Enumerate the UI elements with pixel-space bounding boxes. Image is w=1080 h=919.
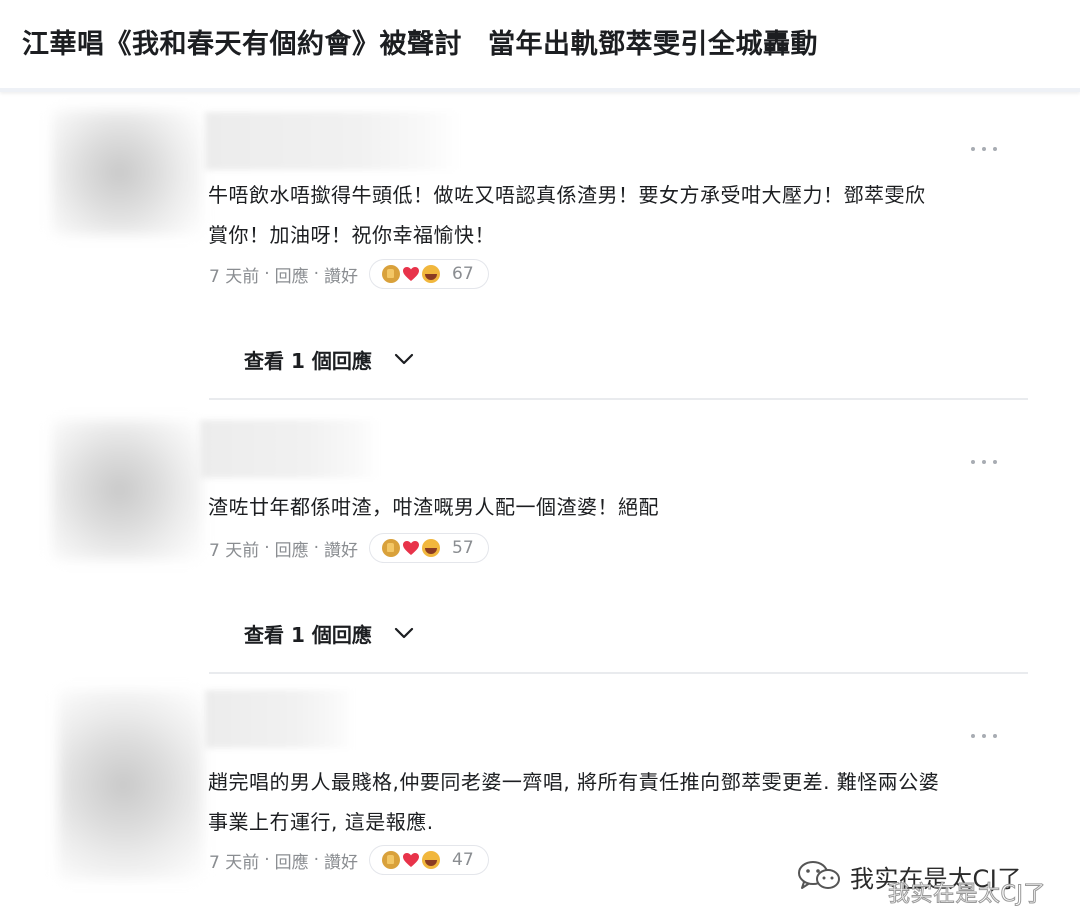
reply-button[interactable]: 回應 [275,262,309,287]
username-blurred [205,112,460,170]
avatar-blurred [58,690,203,880]
username-blurred [205,690,355,748]
avatar-blurred [52,110,202,235]
view-replies-button[interactable]: 查看 1 個回應 [244,344,414,374]
separator: · [313,538,320,558]
watermark-ghost-text: 我实在是太CJ了 [888,882,1046,908]
view-replies-button[interactable]: 查看 1 個回應 [244,618,414,648]
wechat-icon [798,861,840,889]
comment-meta: 7 天前 · 回應 · 讚好 67 [209,259,488,289]
comment-text-line: 賞你！加油呀！祝你幸福愉快！ [208,223,495,247]
chevron-down-icon [394,353,413,365]
separator: · [264,850,270,870]
timestamp: 7 天前 [209,266,260,287]
separator: · [264,538,270,558]
username-blurred [200,420,380,478]
title-part-1: 江華唱《我和春天有個約會》被聲討 [22,29,462,60]
comment-text: 牛唔飲水唔撳得牛頭低！做咗又唔認真係渣男！要女方承受咁大壓力！鄧萃雯欣 賞你！加… [208,175,1028,255]
more-options-icon[interactable] [971,457,997,467]
more-options-icon[interactable] [971,731,997,741]
like-icon [382,539,401,557]
title-part-2: 當年出軌鄧萃雯引全城轟動 [488,29,818,60]
chevron-down-icon [394,627,413,639]
love-icon [402,851,420,869]
love-icon [402,265,420,283]
separator: · [313,264,320,284]
reply-button[interactable]: 回應 [275,848,309,873]
comment-text: 趙完唱的男人最賤格,仲要同老婆一齊唱, 將所有責任推向鄧萃雯更差. 難怪兩公婆 … [208,762,1028,842]
page-title: 江華唱《我和春天有個約會》被聲討 當年出軌鄧萃雯引全城轟動 [22,22,818,61]
comment-meta: 7 天前 · 回應 · 讚好 47 [209,845,488,875]
comment-text-line: 趙完唱的男人最賤格,仲要同老婆一齊唱, 將所有責任推向鄧萃雯更差. 難怪兩公婆 [208,770,940,794]
reaction-count: 47 [452,850,474,870]
comment-text: 渣咗廿年都係咁渣，咁渣嘅男人配一個渣婆！絕配 [208,487,1028,527]
like-icon [382,851,401,869]
view-replies-label: 查看 1 個回應 [244,348,372,373]
timestamp: 7 天前 [209,540,260,561]
comment-text-line: 牛唔飲水唔撳得牛頭低！做咗又唔認真係渣男！要女方承受咁大壓力！鄧萃雯欣 [208,183,926,207]
timestamp: 7 天前 [209,852,260,873]
avatar-blurred [52,420,202,560]
separator: · [264,264,270,284]
like-button[interactable]: 讚好 [324,262,358,287]
haha-icon [422,851,441,869]
reactions-pill[interactable]: 67 [370,260,488,288]
haha-icon [422,539,441,557]
comment-divider [209,672,1028,674]
haha-icon [422,265,441,283]
comment-meta: 7 天前 · 回應 · 讚好 57 [209,533,488,563]
page: 江華唱《我和春天有個約會》被聲討 當年出軌鄧萃雯引全城轟動 牛唔飲水唔撳得牛頭低！… [0,0,1080,919]
like-button[interactable]: 讚好 [324,848,358,873]
more-options-icon[interactable] [971,144,997,154]
like-icon [382,265,401,283]
comment-text-line: 渣咗廿年都係咁渣，咁渣嘅男人配一個渣婆！絕配 [208,495,659,519]
article-header: 江華唱《我和春天有個約會》被聲討 當年出軌鄧萃雯引全城轟動 [0,0,1080,92]
like-button[interactable]: 讚好 [324,536,358,561]
comment-divider [209,398,1028,400]
love-icon [402,539,420,557]
comment-text-line: 事業上冇運行, 這是報應. [208,810,434,834]
view-replies-label: 查看 1 個回應 [244,622,372,647]
reactions-pill[interactable]: 47 [370,846,488,874]
reactions-pill[interactable]: 57 [370,534,488,562]
reaction-count: 67 [452,264,474,284]
separator: · [313,850,320,870]
reply-button[interactable]: 回應 [275,536,309,561]
reaction-count: 57 [452,538,474,558]
